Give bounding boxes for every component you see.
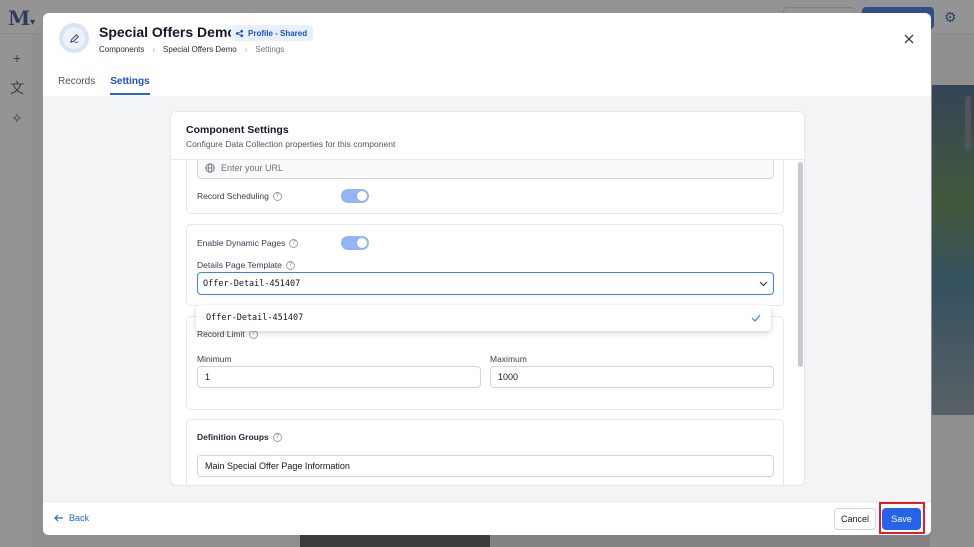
- component-settings-card: Component Settings Configure Data Collec…: [170, 111, 805, 486]
- modal-body: Component Settings Configure Data Collec…: [43, 96, 931, 501]
- minimum-label: Minimum: [197, 354, 232, 364]
- component-avatar: [59, 23, 89, 53]
- dynamic-pages-label: Enable Dynamic Pages?: [197, 238, 299, 248]
- tab-records[interactable]: Records: [58, 75, 95, 95]
- check-icon: [751, 314, 761, 322]
- pencil-icon: [69, 33, 79, 43]
- card-title: Component Settings: [186, 124, 289, 136]
- url-placeholder: Enter your URL: [221, 163, 284, 173]
- back-label: Back: [69, 513, 90, 523]
- definition-group-input[interactable]: Main Special Offer Page Information: [197, 455, 774, 477]
- page-title: Special Offers Demo: [99, 24, 236, 40]
- modal-footer: Back Cancel Save: [43, 501, 931, 535]
- select-value: Offer-Detail-451407: [203, 278, 301, 289]
- url-input[interactable]: Enter your URL: [197, 157, 774, 179]
- breadcrumb: Components › Special Offers Demo › Setti…: [99, 45, 284, 54]
- chevron-down-icon: [759, 281, 768, 286]
- breadcrumb-components[interactable]: Components: [99, 45, 144, 54]
- dropdown-option-label: Offer-Detail-451407: [206, 313, 304, 323]
- maximum-label: Maximum: [490, 354, 527, 364]
- tab-bar: Records Settings: [58, 75, 150, 95]
- globe-icon: [205, 163, 215, 173]
- component-modal: Special Offers Demo Profile - Shared Com…: [43, 13, 931, 535]
- definition-groups-section: Definition Groups? Main Special Offer Pa…: [186, 419, 784, 485]
- chevron-right-icon: ›: [244, 45, 248, 54]
- definition-groups-label: Definition Groups?: [197, 432, 282, 442]
- chevron-right-icon: ›: [152, 45, 156, 54]
- breadcrumb-component[interactable]: Special Offers Demo: [163, 45, 237, 54]
- help-icon[interactable]: ?: [272, 432, 282, 442]
- details-template-select[interactable]: Offer-Detail-451407: [197, 272, 774, 295]
- maximum-input[interactable]: 1000: [490, 366, 774, 388]
- save-highlight-box: [879, 502, 925, 534]
- modal-header: Special Offers Demo Profile - Shared Com…: [43, 13, 931, 96]
- help-icon[interactable]: ?: [285, 260, 295, 270]
- arrow-left-icon: [54, 514, 63, 522]
- record-scheduling-label: Record Scheduling?: [197, 191, 282, 201]
- dynamic-pages-section: Enable Dynamic Pages? Details Page Templ…: [186, 224, 784, 306]
- card-scrollbar[interactable]: [798, 162, 803, 367]
- tab-settings[interactable]: Settings: [110, 75, 150, 95]
- minimum-input[interactable]: 1: [197, 366, 481, 388]
- cancel-button[interactable]: Cancel: [834, 508, 876, 530]
- share-icon: [235, 29, 244, 37]
- breadcrumb-current: Settings: [255, 45, 285, 54]
- close-icon[interactable]: [901, 31, 917, 47]
- record-scheduling-toggle[interactable]: [341, 189, 369, 203]
- dynamic-pages-toggle[interactable]: [341, 236, 369, 250]
- details-template-label: Details Page Template?: [197, 260, 295, 270]
- card-header: Component Settings Configure Data Collec…: [171, 112, 804, 160]
- template-dropdown-option[interactable]: Offer-Detail-451407: [196, 305, 771, 331]
- help-icon[interactable]: ?: [272, 191, 282, 201]
- profile-badge: Profile - Shared: [231, 25, 314, 41]
- help-icon[interactable]: ?: [289, 238, 299, 248]
- card-subtitle: Configure Data Collection properties for…: [186, 139, 396, 149]
- back-button[interactable]: Back: [54, 513, 89, 523]
